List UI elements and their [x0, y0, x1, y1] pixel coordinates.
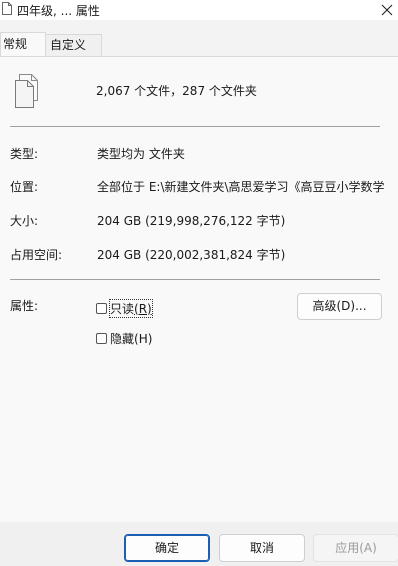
window-title: 四年级, ... 属性 — [17, 4, 100, 18]
multiple-files-icon — [14, 73, 44, 109]
advanced-key: (D)... — [336, 299, 367, 313]
location-value: 全部位于 E:\新建文件夹\高思爱学习《高豆豆小学数学 — [97, 180, 385, 194]
location-label: 位置: — [10, 180, 39, 194]
size-on-disk-label: 占用空间: — [10, 248, 63, 262]
cancel-button[interactable]: 取消 — [219, 534, 305, 562]
tab-custom[interactable]: 自定义 — [46, 34, 102, 56]
tab-strip: 常规 自定义 — [0, 32, 398, 57]
size-value: 204 GB (219,998,276,122 字节) — [97, 214, 286, 228]
hidden-text: 隐藏 — [110, 331, 135, 346]
separator — [10, 126, 380, 127]
size-on-disk-value: 204 GB (220,002,381,824 字节) — [97, 248, 286, 262]
type-label: 类型: — [10, 147, 39, 161]
advanced-button[interactable]: 高级(D)... — [297, 293, 382, 320]
type-value: 类型均为 文件夹 — [97, 147, 185, 161]
readonly-checkbox[interactable]: 只读(R) — [96, 298, 153, 318]
attributes-label: 属性: — [10, 299, 39, 313]
apply-button[interactable]: 应用(A) — [313, 534, 398, 562]
close-icon — [381, 4, 393, 16]
readonly-key: (R) — [134, 301, 152, 316]
title-bar: 四年级, ... 属性 — [0, 0, 398, 20]
file-icon — [2, 2, 12, 15]
separator — [10, 279, 380, 280]
readonly-checkbox-box[interactable] — [96, 302, 107, 314]
readonly-text: 只读 — [110, 301, 135, 316]
ok-button[interactable]: 确定 — [124, 534, 210, 562]
apply-key: (A) — [359, 541, 377, 555]
hidden-checkbox[interactable]: 隐藏(H) — [96, 330, 152, 346]
hidden-key: (H) — [134, 331, 153, 346]
close-button[interactable] — [376, 0, 398, 20]
readonly-checkbox-label[interactable]: 只读(R) — [109, 298, 153, 318]
hidden-checkbox-label[interactable]: 隐藏(H) — [110, 330, 152, 347]
apply-text: 应用 — [335, 541, 360, 555]
size-label: 大小: — [10, 214, 39, 228]
advanced-text: 高级 — [312, 299, 337, 313]
hidden-checkbox-box[interactable] — [96, 332, 107, 344]
selection-summary: 2,067 个文件，287 个文件夹 — [96, 84, 257, 98]
tab-general[interactable]: 常规 — [0, 32, 46, 57]
